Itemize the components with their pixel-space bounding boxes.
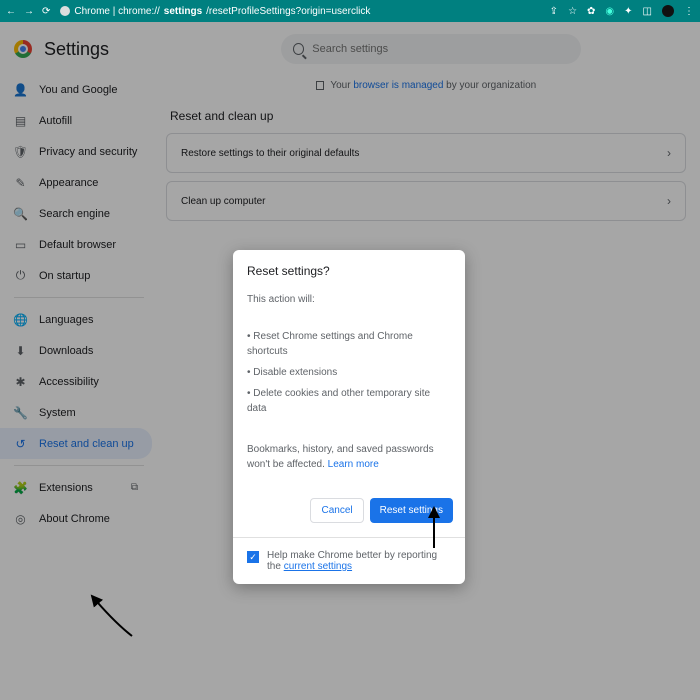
cancel-button[interactable]: Cancel <box>310 498 363 523</box>
dialog-actions: Cancel Reset settings <box>233 490 465 537</box>
dialog-bullet-1: • Reset Chrome settings and Chrome short… <box>247 329 451 359</box>
chrome-icon <box>60 6 70 16</box>
address-bar[interactable]: Chrome | chrome:// settings/resetProfileS… <box>60 6 370 17</box>
extensions-icon[interactable]: ✦ <box>624 6 632 17</box>
share-icon[interactable]: ⇪ <box>550 6 558 17</box>
nav-controls: ← → ⟳ <box>6 6 50 17</box>
reload-icon[interactable]: ⟳ <box>42 6 50 17</box>
forward-icon[interactable]: → <box>24 6 34 17</box>
current-settings-link[interactable]: current settings <box>284 561 352 572</box>
extension-icon-2[interactable]: ◉ <box>605 6 614 17</box>
profile-icon[interactable] <box>662 5 674 17</box>
toolbar-icons: ⇪ ☆ ✿ ◉ ✦ ◫ ⋮ <box>550 5 694 17</box>
panel-icon[interactable]: ◫ <box>643 6 652 17</box>
extension-icon-1[interactable]: ✿ <box>587 6 595 17</box>
reset-settings-button[interactable]: Reset settings <box>370 498 453 523</box>
bookmark-icon[interactable]: ☆ <box>568 6 577 17</box>
menu-icon[interactable]: ⋮ <box>684 6 694 17</box>
dialog-footer: ✓ Help make Chrome better by reporting t… <box>233 537 465 584</box>
report-label: Help make Chrome better by reporting the… <box>267 550 451 572</box>
browser-titlebar: ← → ⟳ Chrome | chrome:// settings/resetPr… <box>0 0 700 22</box>
reset-settings-dialog: Reset settings? This action will: • Rese… <box>233 250 465 584</box>
url-prefix: Chrome | chrome:// <box>74 6 159 17</box>
dialog-body: This action will: • Reset Chrome setting… <box>233 292 465 490</box>
dialog-title: Reset settings? <box>233 250 465 286</box>
learn-more-link[interactable]: Learn more <box>328 459 379 470</box>
back-icon[interactable]: ← <box>6 6 16 17</box>
url-bold: settings <box>164 6 202 17</box>
report-checkbox[interactable]: ✓ <box>247 551 259 563</box>
dialog-note: Bookmarks, history, and saved passwords … <box>247 442 451 472</box>
dialog-bullet-2: • Disable extensions <box>247 365 451 380</box>
dialog-bullet-3: • Delete cookies and other temporary sit… <box>247 386 451 416</box>
url-rest: /resetProfileSettings?origin=userclick <box>206 6 370 17</box>
dialog-intro: This action will: <box>247 292 451 307</box>
